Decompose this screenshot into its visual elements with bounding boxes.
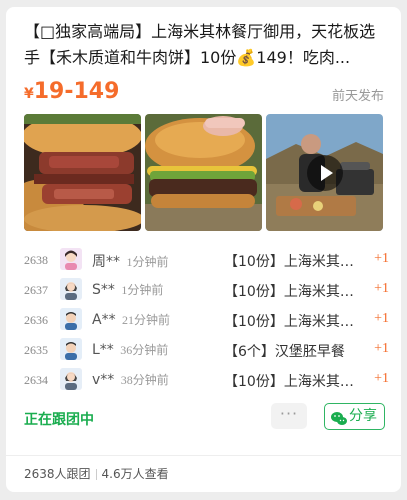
order-list: 2638周** 1分钟前【10份】上海米其林餐厅御用+12637S** 1分钟前… bbox=[24, 247, 389, 397]
photo-gallery bbox=[24, 114, 384, 231]
more-button[interactable]: ··· bbox=[271, 403, 307, 429]
footer-separator bbox=[95, 469, 97, 480]
buyer-name: S** 1分钟前 bbox=[92, 281, 163, 298]
order-item: 【10份】上海米其林餐厅御用 bbox=[224, 314, 362, 330]
stats-footer: 2638人跟团 4.6万人查看 bbox=[24, 465, 169, 482]
wechat-icon bbox=[331, 410, 347, 435]
order-item: 【6个】汉堡胚早餐 bbox=[224, 344, 345, 360]
order-item: 【10份】上海米其林餐厅御用 bbox=[224, 254, 362, 270]
avatar bbox=[60, 278, 82, 300]
order-count: +1 bbox=[374, 311, 389, 326]
order-time: 38分钟前 bbox=[120, 373, 169, 387]
order-time: 1分钟前 bbox=[121, 283, 164, 297]
buyer-name: L** 36分钟前 bbox=[92, 341, 168, 358]
buyer-nick: L** bbox=[92, 342, 114, 358]
buyer-nick: v** bbox=[92, 372, 115, 388]
order-time: 36分钟前 bbox=[120, 343, 169, 357]
price-range: 19-149 bbox=[33, 79, 120, 104]
buyer-name: A** 21分钟前 bbox=[92, 311, 170, 328]
order-item: 【10份】上海米其林餐厅御用 bbox=[224, 374, 362, 390]
share-button[interactable]: 分享 bbox=[324, 403, 385, 430]
avatar bbox=[60, 338, 82, 360]
order-time: 21分钟前 bbox=[122, 313, 171, 327]
order-item: 【10份】上海米其林餐厅御用 bbox=[224, 284, 362, 300]
order-number: 2638 bbox=[24, 253, 48, 267]
buyer-nick: 周** bbox=[92, 254, 120, 270]
play-icon[interactable] bbox=[307, 155, 343, 191]
posted-time: 前天发布 bbox=[331, 89, 384, 104]
order-count: +1 bbox=[374, 371, 389, 386]
order-count: +1 bbox=[374, 341, 389, 356]
order-count: +1 bbox=[374, 251, 389, 266]
participant-count: 2638人跟团 bbox=[24, 467, 91, 481]
view-count: 4.6万人查看 bbox=[101, 467, 169, 481]
order-number: 2636 bbox=[24, 313, 48, 327]
order-number: 2637 bbox=[24, 283, 48, 297]
group-status: 正在跟团中 bbox=[24, 412, 94, 428]
divider bbox=[6, 455, 401, 456]
price-currency: ¥ bbox=[24, 86, 34, 102]
order-row[interactable]: 2637 S** 1分钟前 【10份】上海米其林餐厅御用 +1 bbox=[24, 277, 389, 307]
order-row[interactable]: 2636 A** 21分钟前 【10份】上海米其林餐厅御用 +1 bbox=[24, 307, 389, 337]
order-row[interactable]: 2634 v** 38分钟前 【10份】上海米其林餐厅御用 +1 bbox=[24, 367, 389, 397]
post-title[interactable]: 【□独家高端局】上海米其林餐厅御用，天花板选手【禾木质道和牛肉饼】10份💰149… bbox=[24, 19, 389, 71]
burger-cross-section-photo[interactable] bbox=[24, 114, 141, 231]
price: ¥19-149 bbox=[24, 79, 119, 104]
order-row[interactable]: 2635 L** 36分钟前 【6个】汉堡胚早餐 +1 bbox=[24, 337, 389, 367]
group-buy-card[interactable]: 【□独家高端局】上海米其林餐厅御用，天花板选手【禾木质道和牛肉饼】10份💰149… bbox=[6, 7, 401, 492]
price-row: ¥19-149 前天发布 bbox=[24, 79, 384, 109]
burger-hand-photo[interactable] bbox=[145, 114, 262, 231]
order-count: +1 bbox=[374, 281, 389, 296]
buyer-nick: S** bbox=[92, 282, 115, 298]
share-label: 分享 bbox=[349, 408, 377, 424]
avatar bbox=[60, 248, 82, 270]
buyer-nick: A** bbox=[92, 312, 116, 328]
avatar bbox=[60, 368, 82, 390]
buyer-name: v** 38分钟前 bbox=[92, 371, 169, 388]
buyer-name: 周** 1分钟前 bbox=[92, 251, 168, 271]
order-number: 2634 bbox=[24, 373, 48, 387]
grill-video-thumbnail[interactable] bbox=[266, 114, 383, 231]
avatar bbox=[60, 308, 82, 330]
order-time: 1分钟前 bbox=[126, 255, 169, 269]
order-row[interactable]: 2638 周** 1分钟前 【10份】上海米其林餐厅御用 +1 bbox=[24, 247, 389, 277]
order-number: 2635 bbox=[24, 343, 48, 357]
